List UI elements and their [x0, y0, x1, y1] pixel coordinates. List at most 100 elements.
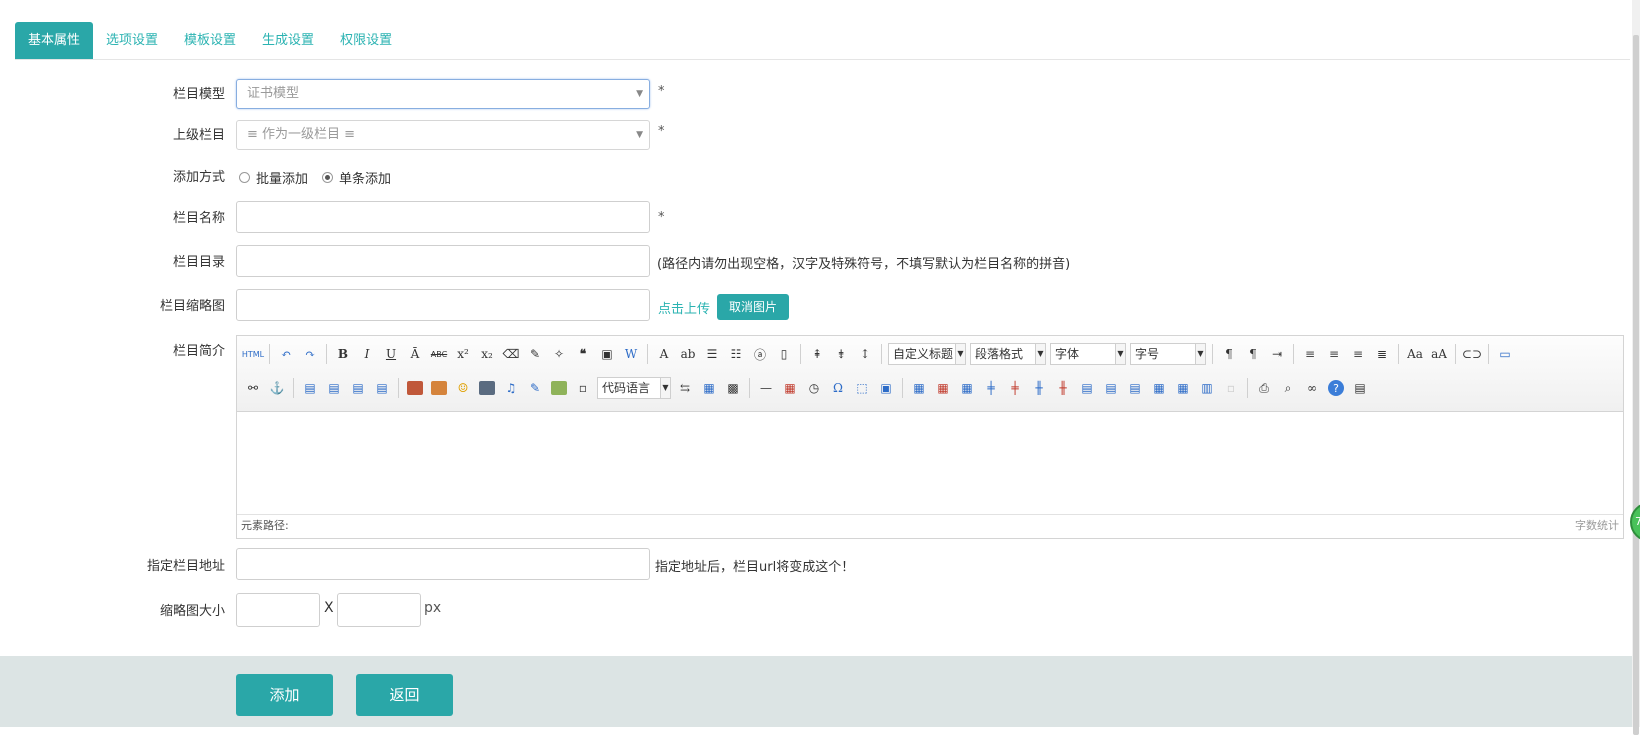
- insert-paragraph-before-table-icon[interactable]: ▦: [956, 377, 978, 399]
- fullscreen-icon[interactable]: ▭: [1494, 343, 1516, 365]
- align-center-icon[interactable]: ≡: [1323, 343, 1345, 365]
- music-icon[interactable]: ♫: [500, 377, 522, 399]
- merge-right-icon[interactable]: ▤: [1100, 377, 1122, 399]
- parent-select[interactable]: ≡ 作为一级栏目 ≡ ▼: [236, 120, 650, 150]
- undo-icon[interactable]: ↶: [275, 343, 297, 365]
- italic-button[interactable]: I: [356, 343, 378, 365]
- print-icon[interactable]: ⎙: [1253, 377, 1275, 399]
- split-to-cells-icon[interactable]: ▦: [1148, 377, 1170, 399]
- template-icon[interactable]: ▦: [698, 377, 720, 399]
- unlink-icon[interactable]: ⚯: [242, 377, 264, 399]
- word-image-icon[interactable]: ▣: [875, 377, 897, 399]
- help-icon[interactable]: ?: [1328, 380, 1344, 396]
- delete-row-icon[interactable]: ╪: [1004, 377, 1026, 399]
- subscript-icon[interactable]: x₂: [476, 343, 498, 365]
- snapscreen-icon[interactable]: ⬚: [851, 377, 873, 399]
- image-icon[interactable]: [407, 381, 423, 395]
- thumb-width-input[interactable]: [236, 593, 320, 627]
- model-select[interactable]: 证书模型 ▼: [236, 79, 650, 109]
- special-char-button[interactable]: Ω: [827, 377, 849, 399]
- unordered-list-icon[interactable]: ☷: [725, 343, 747, 365]
- row-spacing-top-icon[interactable]: ⇞: [806, 343, 828, 365]
- highlight-color-icon[interactable]: ab: [677, 343, 699, 365]
- time-icon[interactable]: ◷: [803, 377, 825, 399]
- name-input[interactable]: [236, 201, 650, 233]
- insert-row-icon[interactable]: ╪: [980, 377, 1002, 399]
- emotion-icon[interactable]: ☺: [452, 377, 474, 399]
- scrollbar-thumb[interactable]: [1633, 35, 1639, 735]
- underline-button[interactable]: U: [380, 343, 402, 365]
- indent-icon[interactable]: ⇥: [1266, 343, 1288, 365]
- insert-frame-icon[interactable]: ▫: [572, 377, 594, 399]
- tab-template[interactable]: 模板设置: [171, 22, 249, 60]
- anchor-icon[interactable]: ⚓: [266, 377, 288, 399]
- code-language-select[interactable]: 代码语言 ▼: [597, 377, 671, 399]
- paste-text-icon[interactable]: ▣: [596, 343, 618, 365]
- strikethrough-icon[interactable]: ABC: [428, 343, 450, 365]
- back-button[interactable]: 返回: [356, 674, 453, 716]
- clear-doc-icon[interactable]: ▯: [773, 343, 795, 365]
- url-input[interactable]: [236, 548, 650, 580]
- upload-link[interactable]: 点击上传: [658, 298, 710, 317]
- video-icon[interactable]: [479, 381, 495, 395]
- align-right-icon[interactable]: ≡: [1347, 343, 1369, 365]
- html-source-button[interactable]: HTML: [242, 343, 264, 365]
- uppercase-icon[interactable]: Aa: [1404, 343, 1426, 365]
- split-to-rows-icon[interactable]: ▦: [1172, 377, 1194, 399]
- date-icon[interactable]: ▦: [779, 377, 801, 399]
- merge-down-icon[interactable]: ▤: [1124, 377, 1146, 399]
- multi-image-icon[interactable]: [431, 381, 447, 395]
- thumb-input[interactable]: [236, 289, 650, 321]
- tab-options[interactable]: 选项设置: [93, 22, 171, 60]
- add-button[interactable]: 添加: [236, 674, 333, 716]
- split-to-cols-icon[interactable]: ▥: [1196, 377, 1218, 399]
- image-left-icon[interactable]: ▤: [323, 377, 345, 399]
- image-center-icon[interactable]: ▤: [371, 377, 393, 399]
- attachment-icon[interactable]: ✎: [524, 377, 546, 399]
- horizontal-rule-icon[interactable]: —: [755, 377, 777, 399]
- redo-icon[interactable]: ↷: [299, 343, 321, 365]
- page-scrollbar[interactable]: [1632, 0, 1640, 735]
- word-import-icon[interactable]: W: [620, 343, 642, 365]
- font-border-icon[interactable]: Ā: [404, 343, 426, 365]
- page-break-icon[interactable]: ⇆: [674, 377, 696, 399]
- row-spacing-bottom-icon[interactable]: ⇟: [830, 343, 852, 365]
- lowercase-icon[interactable]: aA: [1428, 343, 1450, 365]
- tab-permission[interactable]: 权限设置: [327, 22, 405, 60]
- image-none-icon[interactable]: ▤: [299, 377, 321, 399]
- radio-single[interactable]: 单条添加: [322, 168, 391, 187]
- tab-generate[interactable]: 生成设置: [249, 22, 327, 60]
- heading-select[interactable]: 自定义标题 ▼: [888, 343, 966, 365]
- blockquote-icon[interactable]: ❝: [572, 343, 594, 365]
- delete-table-icon[interactable]: ▦: [932, 377, 954, 399]
- merge-cells-icon[interactable]: ▤: [1076, 377, 1098, 399]
- chart-icon[interactable]: ▫: [1220, 377, 1242, 399]
- delete-col-icon[interactable]: ╫: [1052, 377, 1074, 399]
- rtl-icon[interactable]: ¶: [1242, 343, 1264, 365]
- insert-table-icon[interactable]: ▦: [908, 377, 930, 399]
- radio-batch[interactable]: 批量添加: [239, 168, 308, 187]
- insert-col-icon[interactable]: ╫: [1028, 377, 1050, 399]
- dir-input[interactable]: [236, 245, 650, 277]
- bold-button[interactable]: B: [332, 343, 354, 365]
- background-icon[interactable]: ▩: [722, 377, 744, 399]
- font-size-select[interactable]: 字号 ▼: [1130, 343, 1206, 365]
- map-icon[interactable]: [551, 381, 567, 395]
- radio-checked-icon[interactable]: [322, 172, 333, 183]
- search-replace-icon[interactable]: ∞: [1301, 377, 1323, 399]
- align-left-icon[interactable]: ≡: [1299, 343, 1321, 365]
- ltr-icon[interactable]: ¶: [1218, 343, 1240, 365]
- radio-icon[interactable]: [239, 172, 250, 183]
- font-family-select[interactable]: 字体 ▼: [1050, 343, 1126, 365]
- preview-icon[interactable]: ⌕: [1277, 377, 1299, 399]
- ordered-list-icon[interactable]: ☰: [701, 343, 723, 365]
- thumb-height-input[interactable]: [337, 593, 421, 627]
- drafts-icon[interactable]: ▤: [1349, 377, 1371, 399]
- superscript-icon[interactable]: x²: [452, 343, 474, 365]
- format-painter-icon[interactable]: ✎: [524, 343, 546, 365]
- select-all-icon[interactable]: ⓐ: [749, 343, 771, 365]
- align-justify-icon[interactable]: ≣: [1371, 343, 1393, 365]
- font-color-button[interactable]: A: [653, 343, 675, 365]
- link-icon[interactable]: ⊂⊃: [1461, 343, 1483, 365]
- image-right-icon[interactable]: ▤: [347, 377, 369, 399]
